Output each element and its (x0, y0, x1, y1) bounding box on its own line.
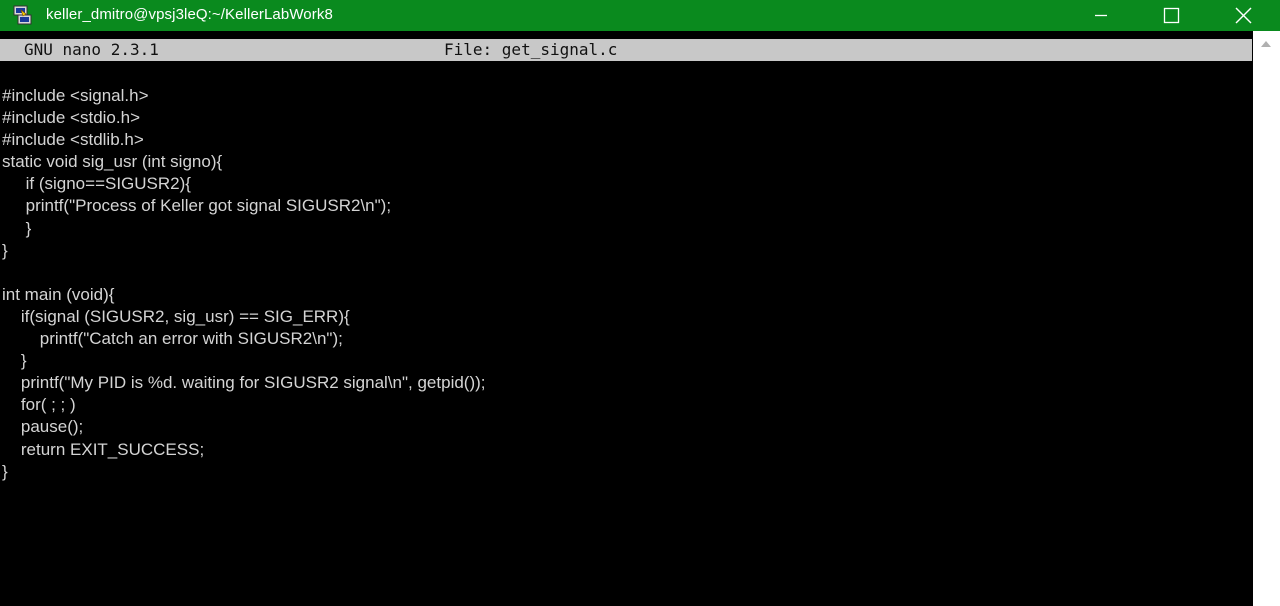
code-line: } (2, 240, 8, 260)
terminal-window: keller_dmitro@vpsj3leQ:~/KellerLabWork8 … (0, 0, 1280, 606)
code-line: if (signo==SIGUSR2){ (2, 174, 191, 194)
code-line: printf("Process of Keller got signal SIG… (2, 196, 392, 216)
nano-header-bar: GNU nano 2.3.1 File: get_signal.c (0, 39, 1252, 61)
code-line: } (2, 218, 32, 238)
close-icon (1235, 7, 1252, 24)
code-line: printf("Catch an error with SIGUSR2\n"); (2, 329, 343, 349)
code-editor[interactable]: #include <signal.h> #include <stdio.h> #in… (2, 85, 486, 483)
code-line: return EXIT_SUCCESS; (2, 439, 205, 459)
nano-version-label: GNU nano 2.3.1 (24, 40, 159, 59)
code-line: pause(); (2, 417, 84, 437)
scroll-up-icon[interactable] (1261, 41, 1271, 47)
code-line: static void sig_usr (int signo){ (2, 152, 223, 172)
code-line: if(signal (SIGUSR2, sig_usr) == SIG_ERR)… (2, 306, 350, 326)
close-button[interactable] (1220, 0, 1266, 31)
window-title: keller_dmitro@vpsj3leQ:~/KellerLabWork8 (46, 6, 333, 23)
code-line: printf("My PID is %d. waiting for SIGUSR… (2, 373, 486, 393)
code-line: } (2, 351, 27, 371)
nano-file-label: File: get_signal.c (444, 40, 618, 59)
code-line: } (2, 461, 8, 481)
terminal-area[interactable]: GNU nano 2.3.1 File: get_signal.c #inclu… (0, 31, 1280, 606)
maximize-button[interactable] (1148, 0, 1194, 31)
maximize-icon (1163, 7, 1180, 24)
vertical-scrollbar[interactable] (1253, 31, 1280, 606)
code-line: for( ; ; ) (2, 395, 76, 415)
minimize-button[interactable] (1078, 0, 1124, 31)
code-line: int main (void){ (2, 284, 115, 304)
putty-icon[interactable] (11, 4, 33, 26)
title-bar[interactable]: keller_dmitro@vpsj3leQ:~/KellerLabWork8 (0, 0, 1280, 31)
code-line: #include <signal.h> (2, 86, 149, 105)
code-line: #include <stdio.h> (2, 108, 140, 128)
minimize-icon (1095, 14, 1107, 17)
code-line: #include <stdlib.h> (2, 130, 144, 150)
